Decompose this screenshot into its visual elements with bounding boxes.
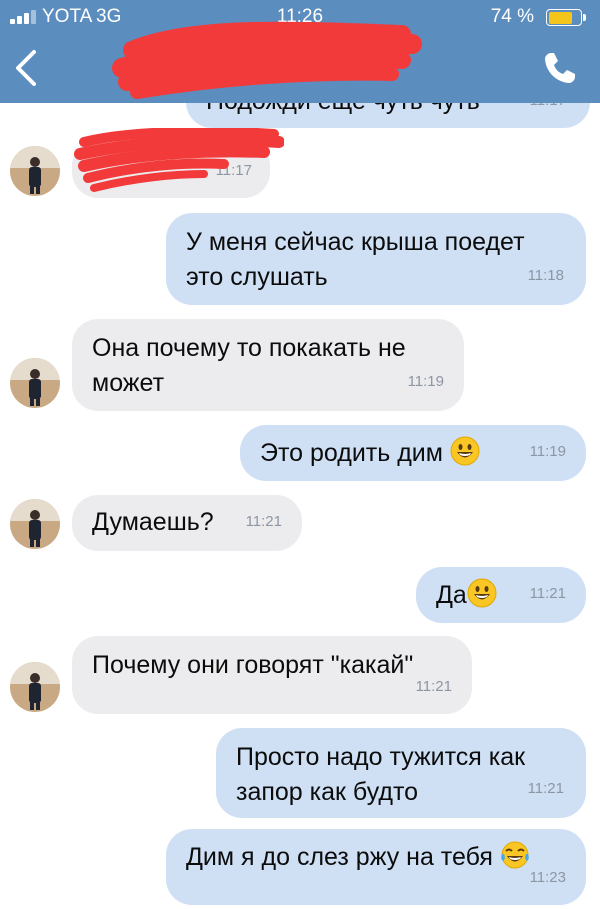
message-time: 11:19 — [407, 373, 444, 390]
incoming-message[interactable]: Она почему то покакать не может 11:19 — [72, 319, 464, 411]
chat-header: YOTA 3G 11:26 74 % — [0, 0, 600, 103]
redaction-scribble — [74, 128, 284, 192]
call-button[interactable] — [540, 48, 580, 88]
grinning-face-icon — [467, 578, 497, 608]
avatar[interactable] — [10, 358, 60, 408]
message-time: 11:18 — [527, 267, 564, 284]
message-text-line: Просто надо тужится как — [236, 743, 526, 771]
outgoing-message[interactable]: Да 11:21 — [416, 567, 586, 623]
message-time: 11:21 — [245, 513, 282, 530]
avatar[interactable] — [10, 662, 60, 712]
back-button[interactable] — [6, 42, 50, 94]
outgoing-message[interactable]: Это родить дим 11:19 — [240, 425, 586, 481]
message-time: 11:21 — [529, 585, 566, 602]
message-time: 11:19 — [529, 443, 566, 460]
message-text: Дим я до слез ржу на тебя — [186, 843, 493, 871]
phone-icon — [545, 53, 575, 83]
incoming-message[interactable]: Думаешь? 11:21 — [72, 495, 302, 551]
battery-icon — [546, 9, 586, 26]
message-text-line: У меня сейчас крыша поедет — [186, 228, 525, 256]
message-text: Почему они говорят "какай" — [92, 651, 414, 679]
avatar-photo — [10, 358, 60, 408]
message-time: 11:21 — [527, 780, 564, 797]
message-time: 11:23 — [529, 869, 566, 886]
battery-level-fill — [549, 12, 572, 24]
message-text-line: может — [92, 369, 165, 397]
battery-percent: 74 % — [490, 6, 534, 27]
message-text: Это родить дим — [260, 439, 443, 467]
redaction-scribble — [112, 21, 422, 99]
avatar[interactable] — [10, 499, 60, 549]
avatar[interactable] — [10, 146, 60, 196]
grinning-face-icon — [450, 436, 480, 466]
outgoing-message[interactable]: У меня сейчас крыша поедет это слушать 1… — [166, 213, 586, 305]
message-time: 11:21 — [415, 678, 452, 695]
chevron-left-icon — [16, 50, 36, 86]
message-text-line: это слушать — [186, 263, 328, 291]
avatar-photo — [10, 499, 60, 549]
message-text-line: запор как будто — [236, 778, 419, 806]
avatar-photo — [10, 146, 60, 196]
outgoing-message[interactable]: Просто надо тужится как запор как будто … — [216, 728, 586, 818]
tears-of-joy-icon — [501, 841, 529, 869]
outgoing-message[interactable]: Дим я до слез ржу на тебя 11:23 — [166, 829, 586, 905]
avatar-photo — [10, 662, 60, 712]
message-text: Да — [436, 581, 467, 609]
message-text: Думаешь? — [92, 508, 214, 536]
message-text-line: Она почему то покакать не — [92, 334, 406, 362]
incoming-message[interactable]: Почему они говорят "какай" 11:21 — [72, 636, 472, 714]
